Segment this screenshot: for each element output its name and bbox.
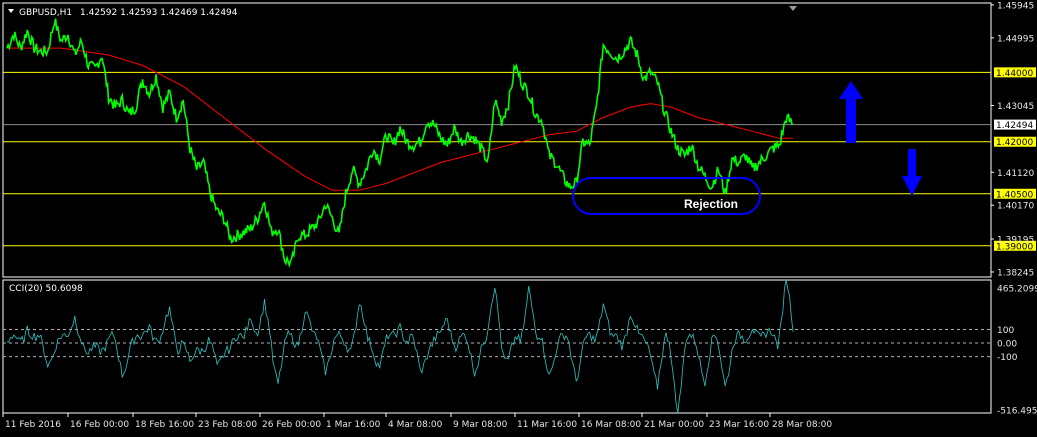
time-tick-label-10: 21 Mar 00:00 — [644, 420, 704, 430]
price-tick-label-0: 1.45945 — [997, 1, 1034, 11]
gbpusd-chart[interactable]: 1.440001.420001.405001.390001.424941.459… — [0, 0, 1037, 437]
current-price-label: 1.42494 — [996, 121, 1033, 131]
time-tick-label-3: 23 Feb 08:00 — [198, 420, 257, 430]
price-tick-label-5: 1.39195 — [997, 236, 1034, 246]
price-tick-label-1: 1.44995 — [997, 34, 1034, 44]
price-tick-label-6: 1.38245 — [997, 268, 1034, 278]
level-label-2: 1.40500 — [996, 190, 1033, 200]
ohlc-values: 1.42592 1.42593 1.42469 1.42494 — [80, 8, 238, 18]
cci-tick-label-0: 465.2099 — [997, 285, 1037, 295]
time-tick-label-4: 26 Feb 00:00 — [262, 420, 321, 430]
rejection-label: Rejection — [684, 197, 738, 211]
cci-tick-label-3: -100 — [997, 353, 1018, 363]
time-tick-label-2: 18 Feb 16:00 — [135, 420, 194, 430]
time-tick-label-12: 28 Mar 08:00 — [772, 420, 832, 430]
price-tick-label-2: 1.43045 — [997, 102, 1034, 112]
time-tick-label-1: 16 Feb 00:00 — [70, 420, 129, 430]
symbol-label: GBPUSD,H1 — [19, 8, 72, 18]
time-tick-label-11: 23 Mar 16:00 — [709, 420, 769, 430]
cci-tick-label-4: -516.4956 — [997, 407, 1037, 417]
level-label-1: 1.42000 — [996, 138, 1033, 148]
time-tick-label-6: 4 Mar 08:00 — [388, 420, 443, 430]
time-tick-label-8: 11 Mar 16:00 — [517, 420, 577, 430]
price-tick-label-4: 1.40170 — [997, 202, 1034, 212]
cci-tick-label-2: 0.00 — [997, 340, 1017, 350]
level-label-0: 1.44000 — [996, 69, 1033, 79]
price-tick-label-3: 1.41120 — [997, 169, 1034, 179]
time-tick-label-9: 16 Mar 08:00 — [581, 420, 641, 430]
time-tick-label-0: 11 Feb 2016 — [5, 420, 61, 430]
cci-header: CCI(20) 50.6098 — [9, 284, 83, 294]
symbol-header: GBPUSD,H1 1.42592 1.42593 1.42469 1.4249… — [19, 8, 238, 18]
time-tick-label-5: 1 Mar 16:00 — [326, 420, 381, 430]
time-tick-label-7: 9 Mar 08:00 — [453, 420, 508, 430]
cci-tick-label-1: 100 — [997, 326, 1014, 336]
